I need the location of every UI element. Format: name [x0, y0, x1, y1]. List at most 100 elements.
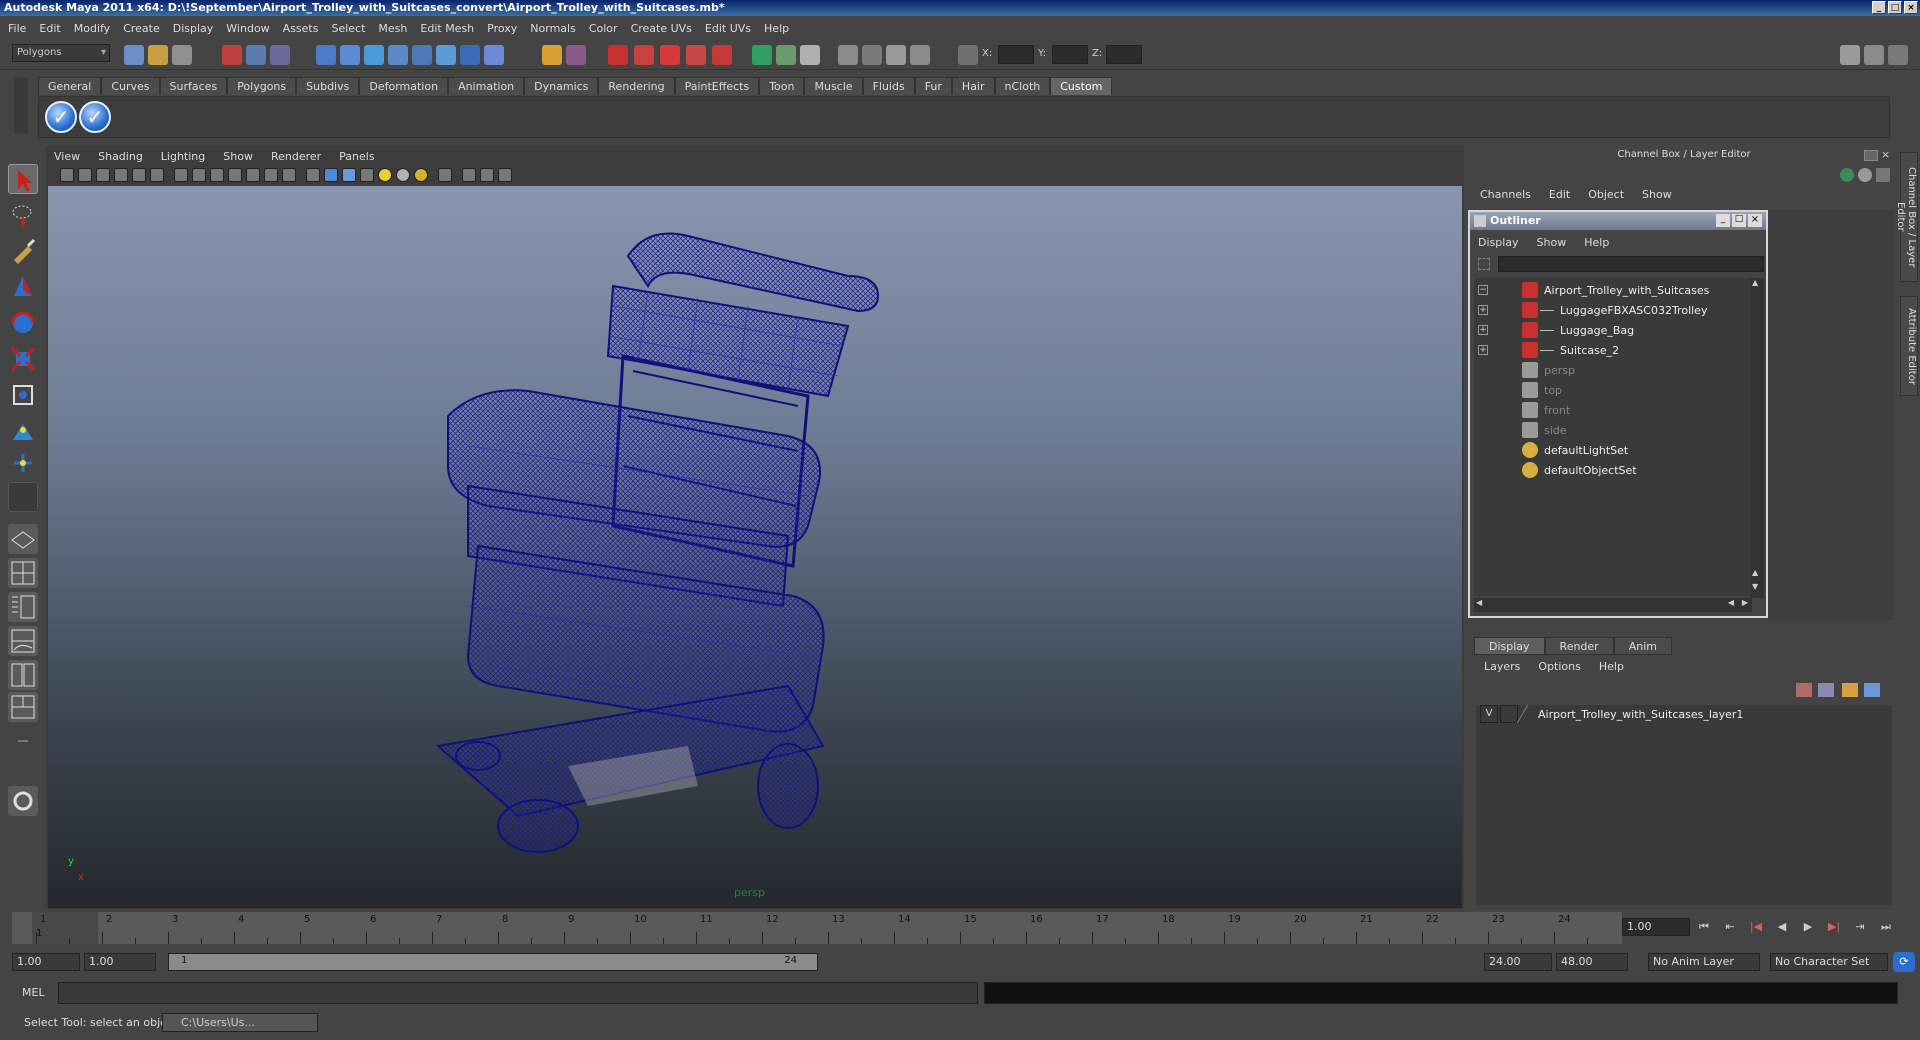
layer-color-swatch[interactable]	[1516, 705, 1540, 723]
gate-mask-icon[interactable]	[228, 168, 242, 182]
lock-icon[interactable]	[542, 45, 562, 65]
shelf-tab-fluids[interactable]: Fluids	[862, 77, 915, 95]
new-layer-selected-icon[interactable]	[1818, 683, 1834, 697]
camera-select-icon[interactable]	[60, 168, 74, 182]
menu-proxy[interactable]: Proxy	[487, 22, 517, 35]
shelf-tab-curves[interactable]: Curves	[101, 77, 160, 95]
channel-menu-edit[interactable]: Edit	[1549, 188, 1570, 201]
outliner-menu-display[interactable]: Display	[1478, 236, 1519, 249]
default-light-icon[interactable]	[378, 168, 392, 182]
menu-modify[interactable]: Modify	[74, 22, 110, 35]
shelf-tab-painteffects[interactable]: PaintEffects	[674, 77, 760, 95]
layer-row[interactable]: V Airport_Trolley_with_Suitcases_layer1	[1476, 705, 1892, 725]
viewport-menu-lighting[interactable]: Lighting	[161, 150, 205, 163]
menu-edit[interactable]: Edit	[39, 22, 60, 35]
step-forward-frame-button[interactable]: ▶|	[1826, 920, 1842, 934]
layout-options-icon[interactable]	[8, 726, 38, 756]
menu-select[interactable]: Select	[331, 22, 365, 35]
render-view-icon[interactable]	[608, 45, 628, 65]
move-tool-icon[interactable]	[8, 272, 38, 302]
hypergraph-layout-icon[interactable]	[8, 660, 38, 690]
outliner-item[interactable]: persp	[1474, 360, 1750, 380]
layer-tab-display[interactable]: Display	[1474, 637, 1545, 655]
go-to-start-button[interactable]: ⏮	[1696, 920, 1712, 934]
shelf-tab-hair[interactable]: Hair	[951, 77, 995, 95]
channel-icon[interactable]	[886, 45, 906, 65]
new-layer-icon[interactable]	[1796, 683, 1812, 697]
outliner-item[interactable]: + Luggage_Bag	[1474, 320, 1750, 340]
save-scene-icon[interactable]	[172, 45, 192, 65]
construction-icon[interactable]	[460, 45, 480, 65]
go-to-end-button[interactable]: ⏭	[1878, 920, 1894, 934]
shelf-tab-subdivs[interactable]: Subdivs	[296, 77, 360, 95]
empty-tool-slot[interactable]	[8, 482, 38, 512]
attribute-icon[interactable]	[800, 45, 820, 65]
layer-move-down-icon[interactable]	[1864, 683, 1880, 697]
input-ops-icon[interactable]	[566, 45, 586, 65]
snap-plane-icon[interactable]	[388, 45, 408, 65]
safe-title-icon[interactable]	[282, 168, 296, 182]
expand-icon[interactable]: +	[1478, 305, 1488, 315]
smooth-shade-icon[interactable]	[324, 168, 338, 182]
two-d-pan-icon[interactable]	[132, 168, 146, 182]
check-icon[interactable]: ✓	[45, 101, 77, 133]
menu-file[interactable]: File	[8, 22, 26, 35]
render-persp-layout-icon[interactable]	[8, 692, 38, 722]
playback-start-field[interactable]: 1.00	[84, 953, 156, 971]
current-time-marker[interactable]: 1	[32, 912, 98, 944]
channel-manipulator-icon[interactable]	[1858, 168, 1872, 182]
collapse-icon[interactable]: −	[1478, 285, 1488, 295]
menu-mesh[interactable]: Mesh	[378, 22, 407, 35]
camera-attributes-icon[interactable]	[78, 168, 92, 182]
expand-icon[interactable]: +	[1478, 325, 1488, 335]
wireframe-on-shaded-icon[interactable]	[342, 168, 356, 182]
hypershade-icon[interactable]	[712, 45, 732, 65]
anim-layer-dropdown[interactable]: No Anim Layer	[1648, 953, 1760, 971]
outliner-close-button[interactable]: ×	[1748, 214, 1762, 227]
render-current-icon[interactable]	[634, 45, 654, 65]
shelf-tab-custom[interactable]: Custom	[1050, 77, 1113, 95]
shelf-tab-muscle[interactable]: Muscle	[804, 77, 863, 95]
mel-command-input[interactable]	[58, 982, 978, 1004]
textured-icon[interactable]	[360, 168, 374, 182]
layer-visibility-toggle[interactable]: V	[1480, 705, 1498, 723]
side-tab-attribute-editor[interactable]: Attribute Editor	[1900, 296, 1918, 396]
outliner-menu-help[interactable]: Help	[1584, 236, 1609, 249]
isolate-select-icon[interactable]	[462, 168, 476, 182]
menu-assets[interactable]: Assets	[283, 22, 319, 35]
graph-persp-layout-icon[interactable]	[8, 626, 38, 656]
wireframe-icon[interactable]	[306, 168, 320, 182]
z-field[interactable]	[1106, 45, 1142, 64]
character-set-dropdown[interactable]: No Character Set	[1770, 953, 1888, 971]
layer-tab-render[interactable]: Render	[1544, 637, 1614, 655]
outliner-item[interactable]: + Suitcase_2	[1474, 340, 1750, 360]
toggle-tool-settings-icon[interactable]	[1864, 45, 1884, 65]
numeric-input-icon[interactable]	[958, 45, 978, 65]
outliner-item[interactable]: − Airport_Trolley_with_Suitcases	[1474, 280, 1750, 300]
viewport-menu-show[interactable]: Show	[223, 150, 253, 163]
snap-curve-icon[interactable]	[340, 45, 360, 65]
auto-key-icon[interactable]: ⟳	[1893, 952, 1915, 972]
resolution-gate-icon[interactable]	[210, 168, 224, 182]
filter-icon[interactable]	[1478, 258, 1490, 270]
minimize-button[interactable]: _	[1872, 1, 1886, 14]
side-tab-channel-box[interactable]: Channel Box / Layer Editor	[1895, 152, 1918, 282]
camera-icon[interactable]	[838, 45, 858, 65]
channel-options-icon[interactable]	[1840, 168, 1854, 182]
viewport-menu-shading[interactable]: Shading	[98, 150, 143, 163]
outliner-persp-layout-icon[interactable]	[8, 592, 38, 622]
history-icon[interactable]	[436, 45, 456, 65]
xray-components-icon[interactable]	[498, 168, 512, 182]
viewport-menu-renderer[interactable]: Renderer	[271, 150, 321, 163]
menu-help[interactable]: Help	[764, 22, 789, 35]
four-pane-layout-icon[interactable]	[8, 558, 38, 588]
menu-window[interactable]: Window	[226, 22, 269, 35]
select-object-icon[interactable]	[246, 45, 266, 65]
animation-end-field[interactable]: 48.00	[1556, 953, 1628, 971]
menu-color[interactable]: Color	[589, 22, 618, 35]
outliner-icon[interactable]	[910, 45, 930, 65]
grease-pencil-icon[interactable]	[150, 168, 164, 182]
tool-settings-icon[interactable]	[862, 45, 882, 65]
all-lights-icon[interactable]	[396, 168, 410, 182]
open-scene-icon[interactable]	[148, 45, 168, 65]
